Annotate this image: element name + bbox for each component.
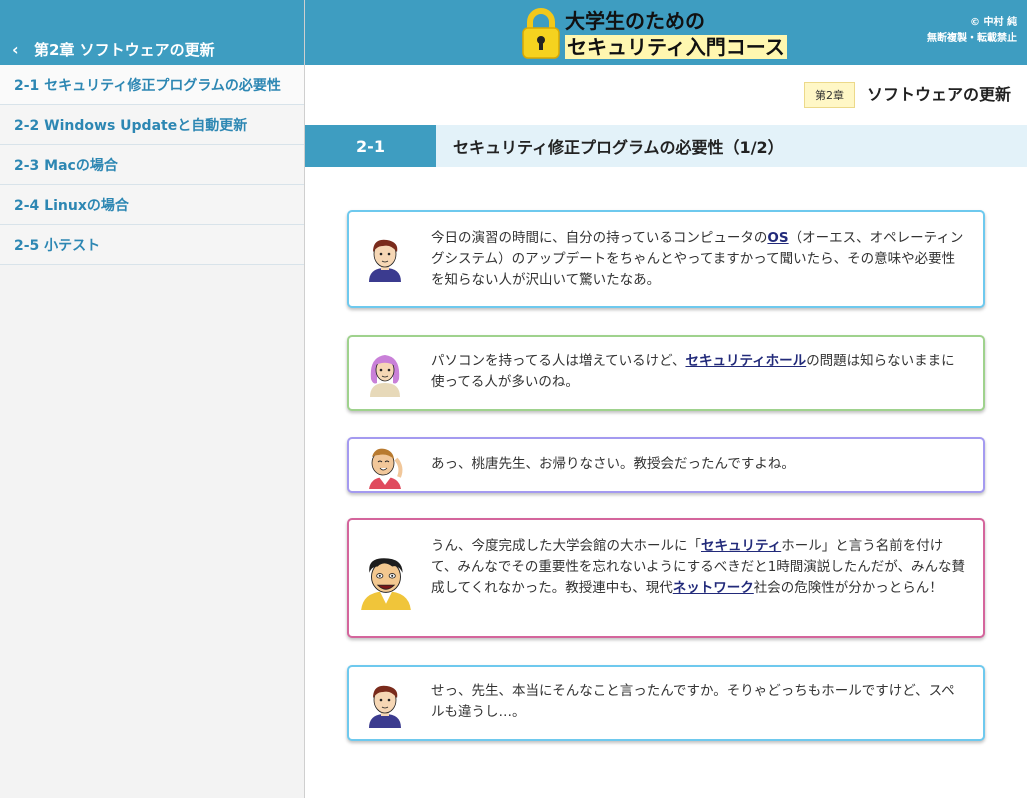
chevron-left-icon: ‹ [12,40,19,59]
sidebar: ‹ 第2章 ソフトウェアの更新 2-1 セキュリティ修正プログラムの必要性 2-… [0,0,305,798]
dialogue-text-segment: 社会の危険性が分かっとらん！ [753,580,943,596]
glossary-link[interactable]: セキュリティ [701,538,781,554]
logo-line-2: セキュリティ入門コース [565,35,787,59]
dialogue-text-segment: 今日の演習の時間に、自分の持っているコンピュータの [431,230,768,246]
sidebar-item-label: 2-2 Windows Updateと自動更新 [14,117,248,134]
sidebar-item-2-4[interactable]: 2-4 Linuxの場合 [0,185,304,225]
top-header: 大学生のための セキュリティ入門コース © 中村 純 無断複製・転載禁止 [305,0,1027,65]
dialogue-text: あっ、桃唐先生、お帰りなさい。教授会だったんですよね。 [431,454,967,475]
sidebar-item-2-2[interactable]: 2-2 Windows Updateと自動更新 [0,105,304,145]
chapter-badge: 第2章 [804,82,855,108]
glossary-link[interactable]: OS [767,230,788,246]
dialogue-text-segment: うん、今度完成した大学会館の大ホールに「 [431,538,701,554]
sidebar-item-2-5[interactable]: 2-5 小テスト [0,225,304,265]
chapter-back-button[interactable]: ‹ 第2章 ソフトウェアの更新 [0,0,304,65]
dialogue-text-segment: せっ、先生、本当にそんなこと言ったんですか。そりゃどっちもホールですけど、スペル… [431,683,955,720]
student-boy-icon [369,239,401,282]
dialogue-text: 今日の演習の時間に、自分の持っているコンピュータのOS（オーエス、オペレーティン… [431,228,967,291]
chapter-back-label: 第2章 ソフトウェアの更新 [34,41,215,59]
section-header: 2-1 セキュリティ修正プログラムの必要性（1/2） [305,125,1027,167]
student-boy-icon [369,685,401,728]
sidebar-item-label: 2-1 セキュリティ修正プログラムの必要性 [14,77,281,94]
chapter-title: ソフトウェアの更新 [866,85,1011,104]
dialogue-card: あっ、桃唐先生、お帰りなさい。教授会だったんですよね。 [347,437,985,493]
section-number: 2-1 [305,125,436,167]
chapter-heading: 第2章 ソフトウェアの更新 [305,65,1027,123]
student-girl-icon [370,355,400,397]
sidebar-item-2-3[interactable]: 2-3 Macの場合 [0,145,304,185]
copyright-author: © 中村 純 [970,17,1017,28]
sidebar-item-label: 2-4 Linuxの場合 [14,197,129,214]
course-logo[interactable]: 大学生のための セキュリティ入門コース [521,6,821,62]
dialogue-text-segment: パソコンを持ってる人は増えているけど、 [431,353,686,369]
dialogue-card: せっ、先生、本当にそんなこと言ったんですか。そりゃどっちもホールですけど、スペル… [347,665,985,741]
glossary-link[interactable]: セキュリティホール [685,353,806,369]
dialogue-card: 今日の演習の時間に、自分の持っているコンピュータのOS（オーエス、オペレーティン… [347,210,985,308]
copyright-restriction: 無断複製・転載禁止 [927,33,1017,44]
dialogue-text: うん、今度完成した大学会館の大ホールに「セキュリティホール」と言う名前を付けて、… [431,536,967,599]
padlock-icon [522,8,560,59]
dialogue-card: うん、今度完成した大学会館の大ホールに「セキュリティホール」と言う名前を付けて、… [347,518,985,638]
logo-line-1: 大学生のための [565,9,705,33]
sidebar-item-label: 2-3 Macの場合 [14,157,118,174]
section-title: セキュリティ修正プログラムの必要性（1/2） [453,138,784,157]
assistant-icon [369,448,403,489]
dialogue-card: パソコンを持ってる人は増えているけど、セキュリティホールの問題は知らないままに使… [347,335,985,411]
glossary-link[interactable]: ネットワーク [673,580,754,596]
copyright-notice: © 中村 純 無断複製・転載禁止 [927,15,1017,47]
sidebar-item-2-1[interactable]: 2-1 セキュリティ修正プログラムの必要性 [0,65,304,105]
dialogue-text: せっ、先生、本当にそんなこと言ったんですか。そりゃどっちもホールですけど、スペル… [431,681,967,723]
sidebar-item-label: 2-5 小テスト [14,237,101,254]
dialogue-text: パソコンを持ってる人は増えているけど、セキュリティホールの問題は知らないままに使… [431,351,967,393]
professor-icon [361,558,411,610]
dialogue-text-segment: あっ、桃唐先生、お帰りなさい。教授会だったんですよね。 [431,456,795,472]
